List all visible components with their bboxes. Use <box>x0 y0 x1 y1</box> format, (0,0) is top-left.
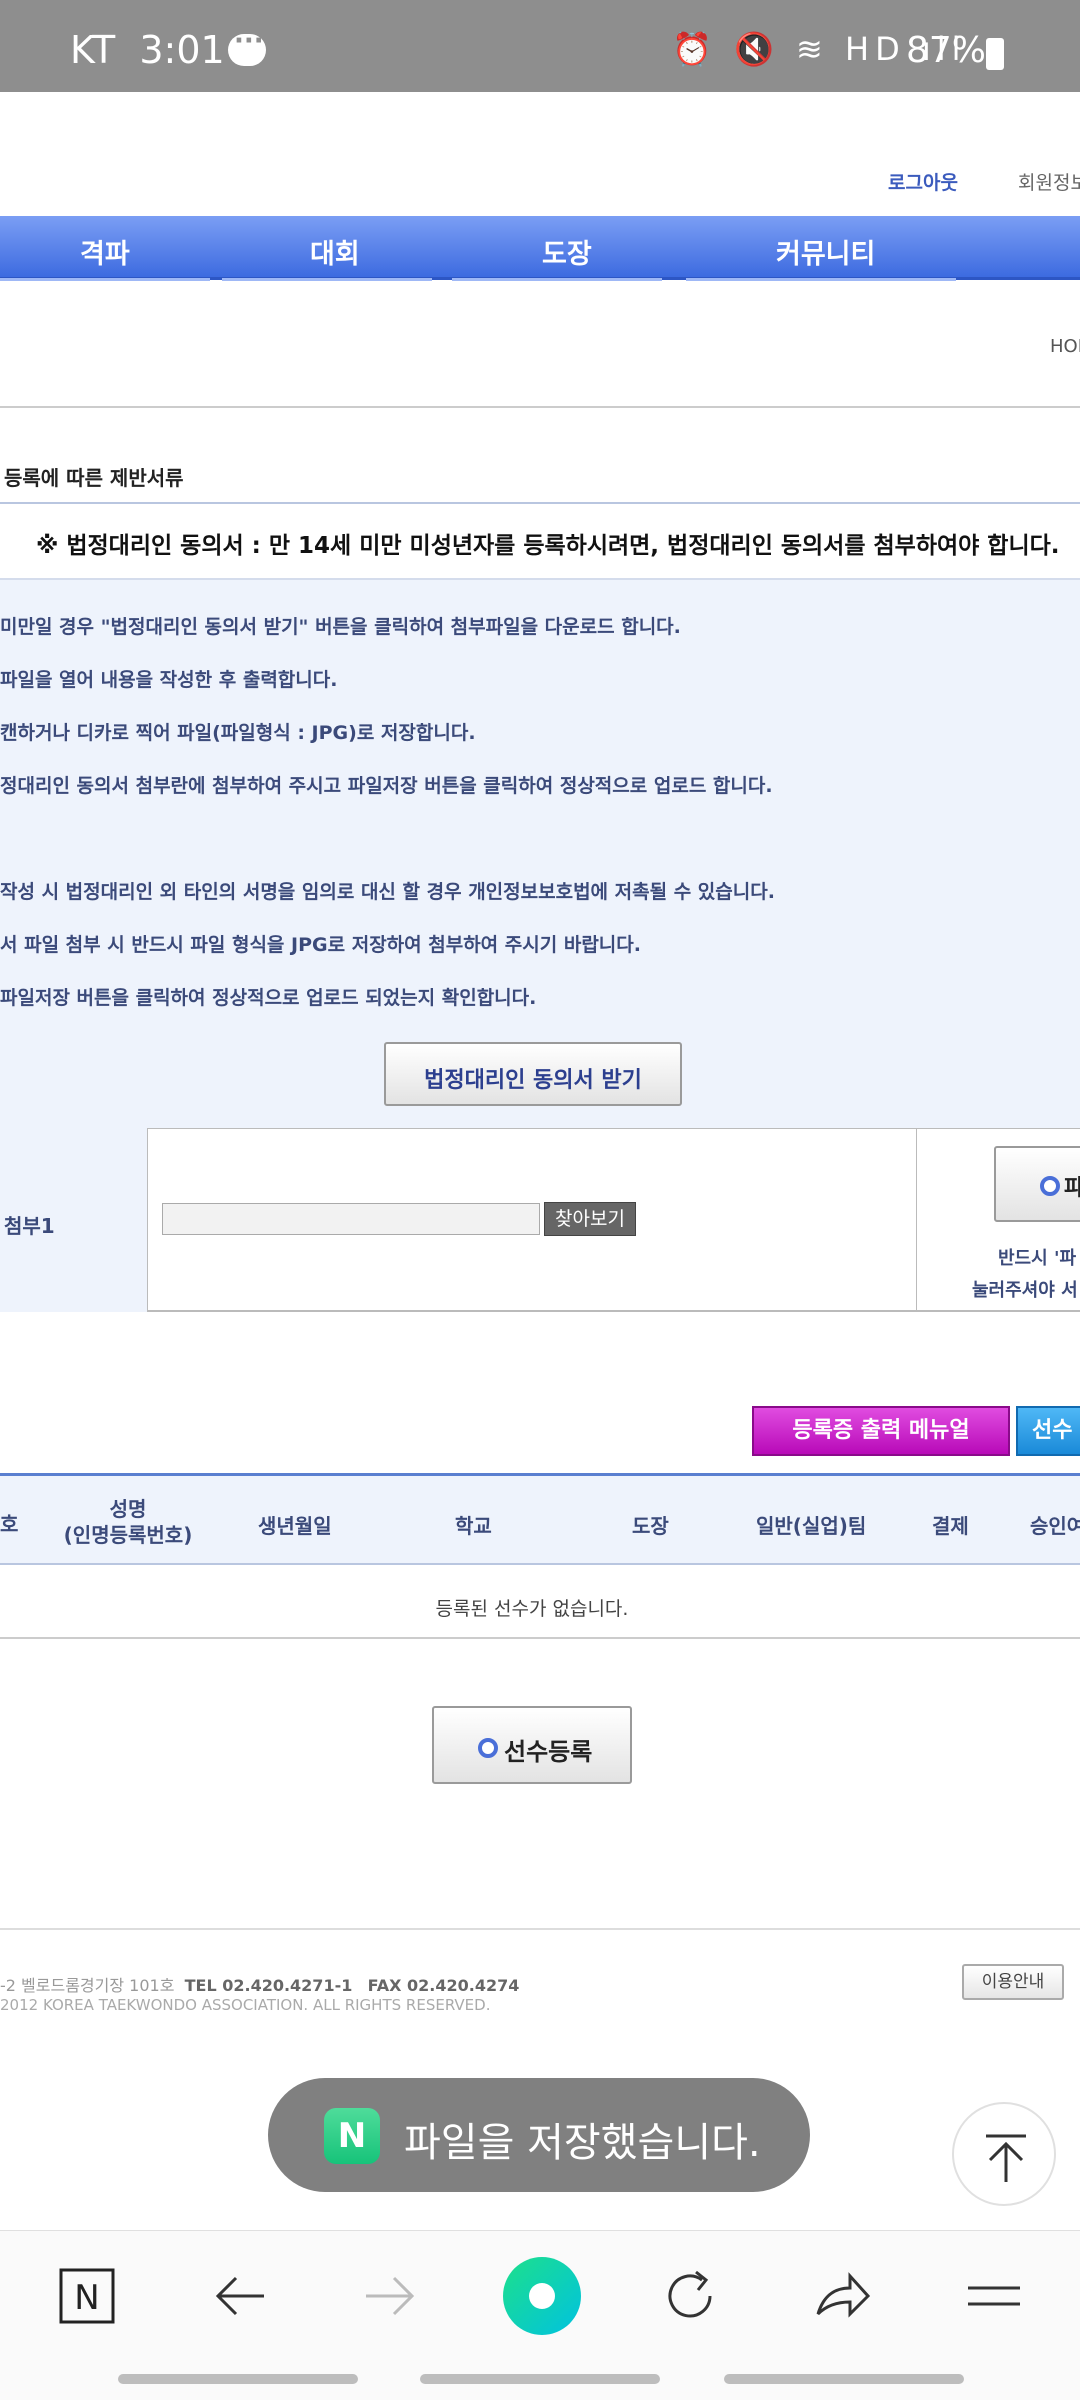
print-manual-button[interactable]: 등록증 출력 메뉴얼 <box>752 1406 1010 1456</box>
notice-box <box>0 502 1080 1132</box>
radio-dot-icon <box>1040 1176 1060 1196</box>
attach-label: 첨부1 <box>4 1214 55 1238</box>
breadcrumb-home[interactable]: HOME <box>1050 336 1080 357</box>
register-player-button[interactable]: 선수등록 <box>432 1706 632 1784</box>
toast-message: 파일을 저장했습니다. <box>404 2120 761 2166</box>
column-header-number: 호 <box>0 1512 19 1536</box>
chat-bubble-icon <box>228 26 266 66</box>
back-icon[interactable] <box>208 2264 272 2328</box>
menu-icon[interactable] <box>962 2264 1026 2328</box>
nav-gesture-bar <box>420 2374 660 2384</box>
column-header-payment: 결제 <box>932 1514 969 1538</box>
nav-item-breaking[interactable]: 격파 <box>80 232 130 271</box>
nav-item-competition[interactable]: 대회 <box>310 232 360 271</box>
notice-line: 작성 시 법정대리인 외 타인의 서명을 임의로 대신 할 경우 개인정보보호법… <box>0 881 775 903</box>
refresh-icon[interactable] <box>658 2264 722 2328</box>
radio-dot-icon <box>478 1738 498 1758</box>
nav-item-dojang[interactable]: 도장 <box>542 232 592 271</box>
nav-item-community[interactable]: 커뮤니티 <box>776 232 875 271</box>
nav-gesture-bar <box>724 2374 964 2384</box>
notice-line: 미만일 경우 "법정대리인 동의서 받기" 버튼을 클릭하여 첨부파일을 다운로… <box>0 616 681 638</box>
player-button[interactable]: 선수 <box>1016 1406 1080 1456</box>
save-note: 눌러주셔야 서 <box>972 1280 1078 1301</box>
main-nav: 격파 대회 도장 커뮤니티 <box>0 216 1080 281</box>
arrow-up-icon <box>986 2134 1026 2182</box>
nav-underline <box>452 278 662 281</box>
column-header-team: 일반(실업)팀 <box>756 1514 867 1538</box>
consent-download-button[interactable]: 법정대리인 동의서 받기 <box>384 1042 682 1106</box>
nav-gesture-bar <box>118 2374 358 2384</box>
notice-line: 정대리인 동의서 첨부란에 첨부하여 주시고 파일저장 버튼을 클릭하여 정상적… <box>0 775 773 797</box>
nav-underline <box>686 278 956 281</box>
browse-button[interactable]: 찾아보기 <box>544 1202 636 1236</box>
status-bar: KT 3:01 ⏰ 🔇 ≋ HD ıll 87% <box>0 0 1080 92</box>
notice-line: 파일을 열어 내용을 작성한 후 출력합니다. <box>0 669 338 691</box>
file-save-button[interactable]: 파 <box>994 1146 1080 1222</box>
column-header-name: 성명 (인명등록번호) <box>63 1497 193 1547</box>
naver-n-icon: N <box>324 2108 380 2164</box>
member-info-link[interactable]: 회원정보 <box>1018 168 1080 195</box>
svg-text:N: N <box>74 2278 99 2318</box>
battery-percent: 87% <box>906 30 987 71</box>
column-header-school: 학교 <box>455 1514 492 1538</box>
notice-line: 캔하거나 디카로 찍어 파일(파일형식 : JPG)로 저장합니다. <box>0 722 476 744</box>
divider <box>0 406 1080 408</box>
share-icon[interactable] <box>810 2264 874 2328</box>
battery-icon <box>986 38 1004 70</box>
green-dot-icon[interactable] <box>502 2256 582 2336</box>
notice-line: 서 파일 첨부 시 반드시 파일 형식을 JPG로 저장하여 첨부하여 주시기 … <box>0 934 641 956</box>
file-path-input[interactable] <box>162 1203 540 1235</box>
notice-title: ※ 법정대리인 동의서 : 만 14세 미만 미성년자를 등록하시려면, 법정대… <box>36 533 1060 559</box>
empty-message: 등록된 선수가 없습니다. <box>435 1598 629 1620</box>
logout-link[interactable]: 로그아웃 <box>888 168 958 195</box>
nav-underline <box>222 278 432 281</box>
usage-guide-button[interactable]: 이용안내 <box>962 1964 1064 2000</box>
column-header-birthdate: 생년월일 <box>258 1514 332 1538</box>
cell-divider <box>916 1128 917 1312</box>
forward-icon[interactable] <box>358 2264 422 2328</box>
section-title: 등록에 따른 제반서류 <box>4 466 184 490</box>
carrier-time: KT 3:01 <box>70 28 225 72</box>
scroll-top-button[interactable] <box>952 2102 1056 2206</box>
footer-address: -2 벨로드롬경기장 101호 TEL 02.420.4271-1 FAX 02… <box>0 1976 520 1995</box>
column-header-approval: 승인여 <box>1030 1514 1080 1538</box>
column-header-dojang: 도장 <box>632 1514 669 1538</box>
footer-copyright: 2012 KOREA TAEKWONDO ASSOCIATION. ALL RI… <box>0 1996 491 2014</box>
save-note: 반드시 '파 <box>998 1248 1077 1269</box>
footer-divider <box>0 1928 1080 1930</box>
notice-line: 파일저장 버튼을 클릭하여 정상적으로 업로드 되었는지 확인합니다. <box>0 987 537 1009</box>
naver-home-icon[interactable]: N <box>55 2264 119 2328</box>
nav-underline <box>0 278 210 281</box>
